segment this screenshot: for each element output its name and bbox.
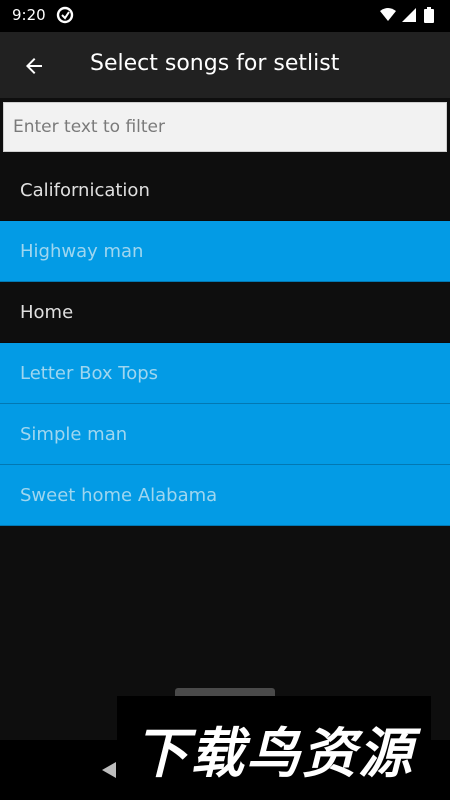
status-time: 9:20 <box>12 6 46 24</box>
triangle-back-icon <box>102 762 116 778</box>
status-bar: 9:20 <box>0 0 450 32</box>
song-item-californication[interactable]: Californication <box>0 160 450 221</box>
watermark-text: 下载鸟资源 <box>134 721 414 785</box>
arrow-left-icon <box>26 58 42 74</box>
song-item-home[interactable]: Home <box>0 282 450 343</box>
status-icons <box>378 6 440 26</box>
song-item-simple-man[interactable]: Simple man <box>0 404 450 465</box>
back-button[interactable] <box>14 46 54 86</box>
battery-icon <box>424 7 434 23</box>
song-list: Californication Highway man Home Letter … <box>0 160 450 526</box>
nav-back-button[interactable] <box>100 760 118 784</box>
song-item-highway-man[interactable]: Highway man <box>0 221 450 282</box>
filter-container <box>3 102 447 152</box>
wifi-icon <box>380 8 396 21</box>
signal-icon <box>402 8 416 22</box>
app-bar: Select songs for setlist <box>0 32 450 98</box>
screen: 9:20 Select songs for setlist Enter text… <box>0 0 450 800</box>
song-item-letter-box-tops[interactable]: Letter Box Tops <box>0 343 450 404</box>
app-notification-icon <box>56 6 74 24</box>
filter-input[interactable] <box>4 103 446 151</box>
watermark: 下载鸟资源 <box>117 696 431 800</box>
song-item-sweet-home-alabama[interactable]: Sweet home Alabama <box>0 465 450 526</box>
page-title: Select songs for setlist <box>90 51 340 76</box>
